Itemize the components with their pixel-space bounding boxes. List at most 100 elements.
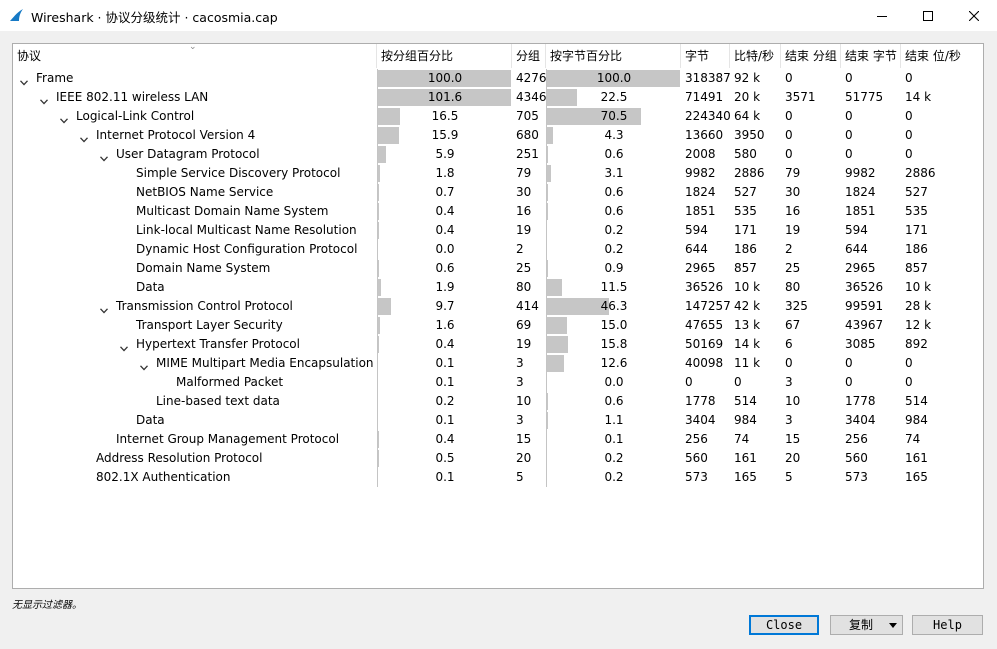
percent-packets-cell: 1.6 — [377, 316, 512, 335]
percent-packets-cell: 0.1 — [377, 373, 512, 392]
bytes-cell: 2965 — [685, 261, 716, 275]
tree-row[interactable]: Frame 100.0 4276 100.0 318387 92 k 0 0 0 — [13, 69, 983, 88]
percent-bytes-cell: 4.3 — [546, 126, 681, 145]
tree-row[interactable]: Transport Layer Security 1.6 69 15.0 47655 13… — [13, 316, 983, 335]
packets-cell: 5 — [516, 470, 524, 484]
percent-bytes-cell-value: 0.1 — [604, 432, 624, 446]
percent-bytes-cell-value: 70.5 — [600, 109, 628, 123]
percent-packets-cell-value: 0.1 — [435, 413, 455, 427]
percent-packets-cell-value: 0.4 — [435, 223, 455, 237]
percent-packets-cell: 0.1 — [377, 411, 512, 430]
percent-packets-cell: 15.9 — [377, 126, 512, 145]
percent-bytes-cell-value: 0.6 — [604, 204, 624, 218]
tree-row[interactable]: NetBIOS Name Service 0.7 30 0.6 1824 527 30 182… — [13, 183, 983, 202]
minimize-button[interactable] — [859, 0, 905, 31]
column-header-end-bytes[interactable]: 结束 字节 — [841, 44, 901, 68]
tree-row[interactable]: Simple Service Discovery Protocol 1.8 79 3.… — [13, 164, 983, 183]
tree-row[interactable]: Data 0.1 3 1.1 3404 984 3 3404 984 — [13, 411, 983, 430]
column-header-percent-packets[interactable]: 按分组百分比 — [377, 44, 512, 68]
protocol-name: Frame — [36, 71, 74, 85]
tree-row[interactable]: Hypertext Transfer Protocol 0.4 19 15.8 5016… — [13, 335, 983, 354]
end-bytes-cell: 0 — [845, 375, 853, 389]
filter-status-text: 无显示过滤器。 — [12, 600, 82, 611]
tree-row[interactable]: User Datagram Protocol 5.9 251 0.6 2008 580 0 0… — [13, 145, 983, 164]
tree-row[interactable]: Logical-Link Control 16.5 705 70.5 224340 64 … — [13, 107, 983, 126]
tree-row[interactable]: IEEE 802.11 wireless LAN 101.6 4346 22.5 714… — [13, 88, 983, 107]
protocol-name: Dynamic Host Configuration Protocol — [136, 242, 358, 256]
bits-per-sec-cell: 20 k — [734, 90, 761, 104]
end-packets-cell: 30 — [785, 185, 801, 199]
bytes-cell: 36526 — [685, 280, 724, 294]
expand-chevron-icon[interactable] — [40, 94, 48, 105]
end-bits-per-sec-cell: 2886 — [905, 166, 936, 180]
column-header-percent-bytes[interactable]: 按字节百分比 — [546, 44, 681, 68]
end-bytes-cell: 0 — [845, 128, 853, 142]
tree-row[interactable]: 802.1X Authentication 0.1 5 0.2 573 165 5 573 16… — [13, 468, 983, 487]
end-bits-per-sec-cell: 857 — [905, 261, 928, 275]
close-button[interactable]: Close — [749, 615, 819, 635]
expand-chevron-icon[interactable] — [80, 132, 88, 143]
bits-per-sec-cell: 984 — [734, 413, 757, 427]
tree-row[interactable]: MIME Multipart Media Encapsulation 0.1 3 12… — [13, 354, 983, 373]
percent-packets-cell-value: 101.6 — [427, 90, 463, 104]
tree-row[interactable]: Data 1.9 80 11.5 36526 10 k 80 36526 10 k — [13, 278, 983, 297]
maximize-button[interactable] — [905, 0, 951, 31]
end-bytes-cell: 256 — [845, 432, 868, 446]
column-header-protocol[interactable]: 协议 — [13, 44, 377, 68]
tree-row[interactable]: Multicast Domain Name System 0.4 16 0.6 1851… — [13, 202, 983, 221]
expand-chevron-icon[interactable] — [100, 303, 108, 314]
tree-row[interactable]: Dynamic Host Configuration Protocol 0.0 2 0… — [13, 240, 983, 259]
packets-cell: 680 — [516, 128, 539, 142]
bytes-cell: 13660 — [685, 128, 724, 142]
help-button[interactable]: Help — [912, 615, 983, 635]
percent-bytes-cell: 0.0 — [546, 373, 681, 392]
end-bits-per-sec-cell: 0 — [905, 71, 913, 85]
column-header-bytes[interactable]: 字节 — [681, 44, 730, 68]
percent-bytes-cell: 15.0 — [546, 316, 681, 335]
column-header-end-bits-per-sec[interactable]: 结束 位/秒 — [901, 44, 983, 68]
expand-chevron-icon[interactable] — [100, 151, 108, 162]
bits-per-sec-cell: 514 — [734, 394, 757, 408]
end-packets-cell: 2 — [785, 242, 793, 256]
column-header-end-packets[interactable]: 结束 分组 — [781, 44, 841, 68]
tree-row[interactable]: Address Resolution Protocol 0.5 20 0.2 560 16… — [13, 449, 983, 468]
tree-row[interactable]: Line-based text data 0.2 10 0.6 1778 514 10 177… — [13, 392, 983, 411]
tree-row[interactable]: Malformed Packet 0.1 3 0.0 0 0 3 0 0 — [13, 373, 983, 392]
tree-row[interactable]: Domain Name System 0.6 25 0.9 2965 857 25 2965 8… — [13, 259, 983, 278]
expand-chevron-icon[interactable] — [60, 113, 68, 124]
packets-cell: 19 — [516, 223, 532, 237]
bytes-cell: 47655 — [685, 318, 724, 332]
expand-chevron-icon[interactable] — [140, 360, 148, 371]
end-bytes-cell: 0 — [845, 71, 853, 85]
tree-row[interactable]: Link-local Multicast Name Resolution 0.4 1… — [13, 221, 983, 240]
protocol-name: Simple Service Discovery Protocol — [136, 166, 341, 180]
tree-row[interactable]: Internet Protocol Version 4 15.9 680 4.3 136… — [13, 126, 983, 145]
column-header-packets[interactable]: 分组 — [512, 44, 546, 68]
title-bar: Wireshark · 协议分级统计 · cacosmia.cap — [0, 0, 997, 31]
packets-cell: 4276 — [516, 71, 547, 85]
expand-chevron-icon[interactable] — [20, 75, 28, 86]
protocol-name: Line-based text data — [156, 394, 280, 408]
percent-packets-cell: 0.4 — [377, 335, 512, 354]
bits-per-sec-cell: 165 — [734, 470, 757, 484]
bits-per-sec-cell: 186 — [734, 242, 757, 256]
expand-chevron-icon[interactable] — [120, 341, 128, 352]
tree-row[interactable]: Internet Group Management Protocol 0.4 15 0… — [13, 430, 983, 449]
end-bits-per-sec-cell: 0 — [905, 356, 913, 370]
tree-rows: Frame 100.0 4276 100.0 318387 92 k 0 0 0 IEEE 802… — [13, 69, 983, 487]
copy-dropdown-button[interactable]: 复制 — [830, 615, 903, 635]
bits-per-sec-cell: 3950 — [734, 128, 765, 142]
close-window-button[interactable] — [951, 0, 997, 31]
dropdown-arrow-icon — [889, 623, 897, 628]
percent-bytes-cell-value: 0.6 — [604, 147, 624, 161]
percent-packets-cell-value: 15.9 — [431, 128, 459, 142]
column-header-bits-per-sec[interactable]: 比特/秒 — [730, 44, 781, 68]
end-packets-cell: 15 — [785, 432, 801, 446]
percent-bytes-cell-value: 0.6 — [604, 394, 624, 408]
tree-row[interactable]: Transmission Control Protocol 9.7 414 46.3 1… — [13, 297, 983, 316]
percent-bytes-cell: 0.6 — [546, 392, 681, 411]
protocol-name: Link-local Multicast Name Resolution — [136, 223, 357, 237]
percent-bytes-cell: 1.1 — [546, 411, 681, 430]
protocol-hierarchy-tree[interactable]: ⌄ 协议 按分组百分比 分组 按字节百分比 字节 比特/秒 结束 分组 结束 字… — [12, 43, 984, 589]
bits-per-sec-cell: 11 k — [734, 356, 761, 370]
